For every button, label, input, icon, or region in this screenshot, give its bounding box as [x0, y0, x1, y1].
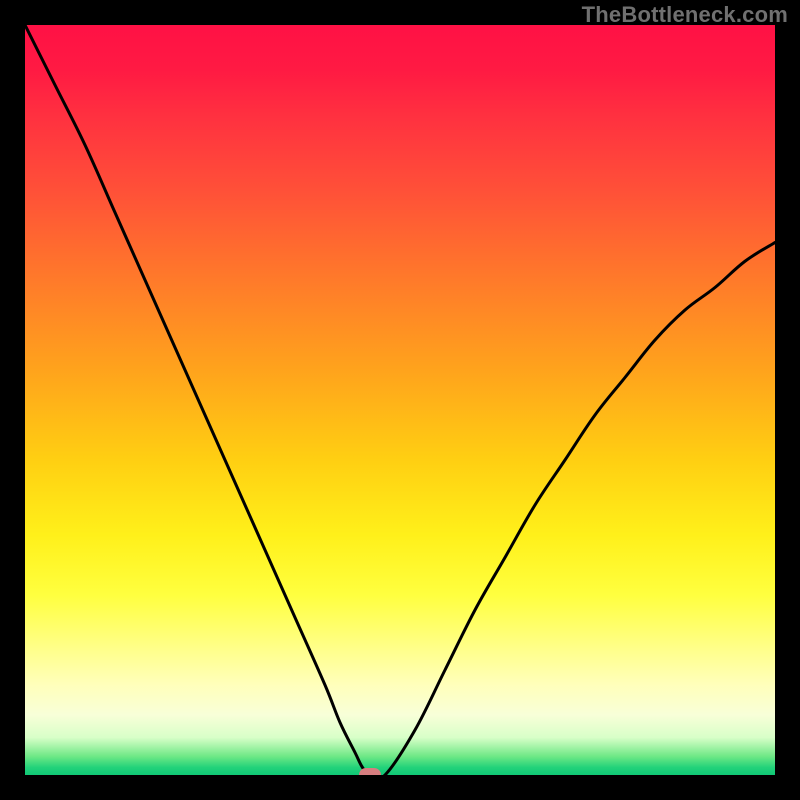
plot-area: [25, 25, 775, 775]
bottleneck-marker: [359, 768, 381, 775]
watermark-text: TheBottleneck.com: [582, 2, 788, 28]
bottleneck-curve-svg: [25, 25, 775, 775]
bottleneck-curve-path: [25, 25, 775, 775]
